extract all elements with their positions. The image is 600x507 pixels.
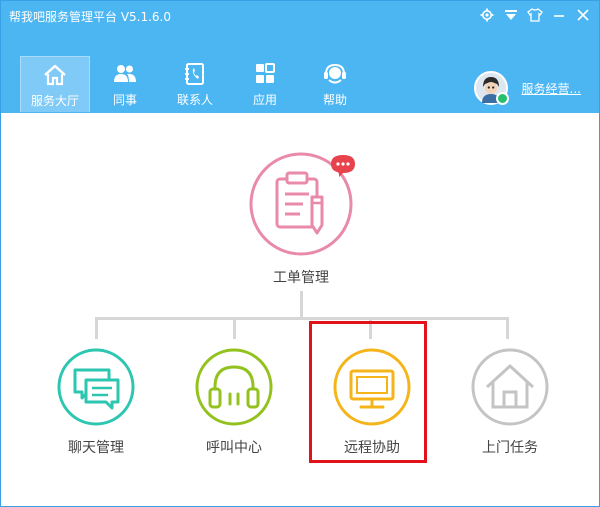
nav-label: 同事 — [112, 93, 137, 107]
window-controls — [475, 3, 595, 27]
nav-item-help[interactable]: 帮助 — [300, 56, 370, 112]
close-icon[interactable] — [571, 3, 595, 27]
dropdown-arrow-icon[interactable] — [499, 3, 523, 27]
minimize-icon[interactable] — [547, 3, 571, 27]
app-window: 帮我吧服务管理平台 V5.1.6.0 服务大厅 同事 联系人 应用 帮助 服务经… — [0, 0, 600, 507]
avatar[interactable] — [473, 71, 509, 105]
chat-management-node[interactable]: 聊天管理 — [56, 347, 136, 457]
colleagues-icon — [113, 63, 137, 85]
window-title: 帮我吧服务管理平台 V5.1.6.0 — [9, 10, 172, 24]
user-name-link[interactable]: 服务经营... — [522, 80, 581, 97]
online-status-icon — [495, 92, 509, 105]
nav-label: 应用 — [252, 93, 277, 107]
headphones-icon — [195, 348, 273, 426]
connector-line — [95, 317, 98, 339]
node-label: 聊天管理 — [68, 440, 124, 456]
nav-item-apps[interactable]: 应用 — [230, 56, 300, 112]
nav-item-service-hall[interactable]: 服务大厅 — [20, 56, 90, 112]
contacts-book-icon — [183, 63, 207, 85]
nav-label: 联系人 — [176, 93, 213, 107]
nav-label: 服务大厅 — [30, 94, 79, 108]
help-headset-icon — [323, 63, 347, 85]
home-icon — [43, 64, 67, 86]
work-order-management-node[interactable]: 工单管理 — [248, 151, 355, 287]
node-label: 工单管理 — [273, 270, 329, 286]
service-hall-panel: 工单管理 聊天管理 呼叫中心 远程协助 上门任务 — [1, 113, 599, 506]
nav-item-colleagues[interactable]: 同事 — [90, 56, 160, 112]
apps-grid-icon — [253, 63, 277, 85]
nav-label: 帮助 — [322, 93, 347, 107]
on-site-task-node[interactable]: 上门任务 — [470, 347, 550, 457]
skin-shirt-icon[interactable] — [523, 3, 547, 27]
node-label: 上门任务 — [482, 440, 538, 456]
chat-bubbles-icon — [57, 348, 135, 426]
main-nav: 服务大厅 同事 联系人 应用 帮助 — [20, 56, 370, 112]
connector-line — [95, 317, 509, 320]
house-icon — [471, 348, 549, 426]
connector-line — [233, 317, 236, 339]
user-profile[interactable]: 服务经营... — [473, 71, 581, 105]
connector-line — [300, 291, 303, 319]
connector-line — [506, 317, 509, 339]
call-center-node[interactable]: 呼叫中心 — [194, 347, 274, 457]
message-badge-icon — [331, 155, 355, 177]
title-bar: 帮我吧服务管理平台 V5.1.6.0 服务大厅 同事 联系人 应用 帮助 服务经… — [1, 1, 599, 113]
node-label: 呼叫中心 — [206, 440, 262, 456]
settings-icon[interactable] — [475, 3, 499, 27]
highlight-box — [309, 321, 427, 463]
nav-item-contacts[interactable]: 联系人 — [160, 56, 230, 112]
